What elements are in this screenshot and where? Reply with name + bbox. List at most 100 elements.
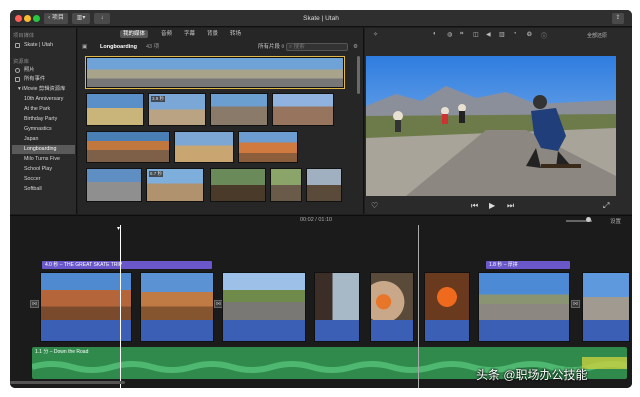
project-item-label: Skate | Utah xyxy=(24,42,54,48)
imovie-window: ‹ 项目 ▥▾ ↓ Skate | Utah ⇪ 项目媒体 Skate | Ut… xyxy=(10,10,632,388)
clip-thumbnail[interactable] xyxy=(86,131,170,163)
viewer-panel: ✧ ◐ ◍ ⌗ ◫ ◀ ▥ ◔ ❂ ⓘ 全部还原 ♡ ⏮ ▶ ⏭ ⤢ xyxy=(365,28,632,214)
play-icon[interactable]: ▶ xyxy=(489,201,495,210)
magic-wand-icon[interactable]: ✧ xyxy=(373,31,378,38)
clip-thumbnail[interactable] xyxy=(85,56,345,89)
timeline-clip[interactable] xyxy=(370,272,414,342)
sidebar-toggle-icon[interactable]: ▣ xyxy=(82,41,87,53)
timeline-clip[interactable] xyxy=(222,272,306,342)
photos-icon xyxy=(15,68,20,73)
browser-scrollbar[interactable] xyxy=(357,56,360,94)
sidebar-item-event[interactable]: 10th Anniversary xyxy=(12,95,75,104)
transition-icon[interactable]: ⋈ xyxy=(571,300,580,308)
info-icon[interactable]: ⓘ xyxy=(541,31,547,40)
skip-back-icon[interactable]: ⏮ xyxy=(471,201,478,211)
sidebar-item-event[interactable]: Soccer xyxy=(12,175,75,184)
all-events-label: 所有事件 xyxy=(24,76,46,82)
heart-icon[interactable]: ♡ xyxy=(371,201,378,210)
sidebar-item-event[interactable]: Softball xyxy=(12,185,75,194)
watermark-text: 头条 @职场办公技能 xyxy=(476,368,588,382)
timeline-clip[interactable] xyxy=(582,272,630,342)
noise-reduction-icon[interactable]: ▥ xyxy=(499,31,505,38)
clip-thumbnail[interactable] xyxy=(210,168,266,202)
skate-scene-image xyxy=(366,56,616,196)
clip-thumbnail[interactable] xyxy=(238,131,298,163)
browser-tabs: 我的媒体 音频 字幕 背景 转场 xyxy=(78,28,363,40)
clip-duration-label: 3.9 秒 xyxy=(151,96,166,102)
sidebar-item-event[interactable]: Milo Turns Five xyxy=(12,155,75,164)
sidebar-item-event[interactable]: School Play xyxy=(12,165,75,174)
timeline-header: 00:02 / 01:10 设置 xyxy=(10,215,632,225)
libraries-heading: 资源库 xyxy=(13,59,29,65)
sidebar-item-event[interactable]: At the Park xyxy=(12,105,75,114)
tab-titles[interactable]: 字幕 xyxy=(181,30,198,38)
clip-filter-dropdown[interactable]: 所有片段 ◊ xyxy=(258,41,284,53)
volume-icon[interactable]: ◀ xyxy=(486,31,491,38)
skip-forward-icon[interactable]: ⏭ xyxy=(507,201,514,211)
clip-thumbnail[interactable]: 6.7 秒 xyxy=(146,168,204,202)
search-placeholder: 搜索 xyxy=(293,44,305,50)
color-balance-icon[interactable]: ◐ xyxy=(433,31,437,37)
color-correction-icon[interactable]: ◍ xyxy=(447,31,452,38)
event-name: Longboarding xyxy=(100,44,137,50)
tab-transitions[interactable]: 转场 xyxy=(227,30,244,38)
sidebar-item-event[interactable]: Birthday Party xyxy=(12,115,75,124)
sidebar-item-event[interactable]: Japan xyxy=(12,135,75,144)
tab-my-media[interactable]: 我的媒体 xyxy=(120,30,149,38)
gear-icon[interactable]: ⚙ xyxy=(353,41,358,53)
skimmer-line xyxy=(418,225,419,388)
library-name-label: iMovie 剪辑资源库 xyxy=(22,86,66,92)
tab-backgrounds[interactable]: 背景 xyxy=(204,30,221,38)
clip-thumbnail[interactable] xyxy=(270,168,302,202)
reset-all-button[interactable]: 全部还原 xyxy=(587,32,607,39)
clip-grid: 3.9 秒 6.7 秒 xyxy=(85,55,346,213)
speed-icon[interactable]: ◔ xyxy=(513,31,517,37)
sidebar-item-library[interactable]: ▾ iMovie 剪辑资源库 xyxy=(12,85,75,94)
clip-thumbnail[interactable] xyxy=(306,168,342,202)
clip-thumbnail[interactable] xyxy=(86,168,142,202)
title-clip[interactable]: 4.0 秒 – THE GREAT SKATE TRIP xyxy=(42,261,212,269)
sidebar-item-event[interactable]: Gymnastics xyxy=(12,125,75,134)
sidebar-item-project[interactable]: Skate | Utah xyxy=(12,41,75,50)
sidebar-item-all-events[interactable]: 所有事件 xyxy=(12,75,75,84)
clip-thumbnail[interactable] xyxy=(174,131,234,163)
crop-icon[interactable]: ⌗ xyxy=(460,31,463,38)
tab-audio[interactable]: 音频 xyxy=(158,30,175,38)
item-count: 43 项 xyxy=(146,44,160,50)
star-icon xyxy=(15,77,20,82)
photos-label: 照片 xyxy=(24,67,35,73)
playback-controls: ♡ ⏮ ▶ ⏭ ⤢ xyxy=(365,200,632,214)
fullscreen-icon[interactable]: ⤢ xyxy=(603,201,609,211)
film-icon xyxy=(15,43,20,48)
clip-thumbnail[interactable] xyxy=(86,93,144,126)
clip-duration-label: 6.7 秒 xyxy=(149,171,164,177)
transition-icon[interactable]: ⋈ xyxy=(30,300,39,308)
stabilization-icon[interactable]: ◫ xyxy=(473,31,479,38)
playhead-marker-icon[interactable]: ▾ xyxy=(117,225,120,232)
playhead[interactable] xyxy=(120,225,121,388)
zoom-slider-knob[interactable] xyxy=(586,217,591,222)
adjustment-toolbar: ✧ ◐ ◍ ⌗ ◫ ◀ ▥ ◔ ❂ ⓘ 全部还原 xyxy=(365,28,632,42)
timeline-settings-button[interactable]: 设置 xyxy=(610,217,621,225)
timeline-clip[interactable] xyxy=(40,272,132,342)
media-browser: 我的媒体 音频 字幕 背景 转场 ▣ Longboarding 43 项 所有片… xyxy=(78,28,364,214)
clip-thumbnail[interactable] xyxy=(210,93,268,126)
clip-thumbnail[interactable]: 3.9 秒 xyxy=(148,93,206,126)
timeline-scrollbar[interactable] xyxy=(10,381,125,384)
project-media-heading: 项目媒体 xyxy=(13,33,35,39)
clip-thumbnail[interactable] xyxy=(272,93,334,126)
filter-icon[interactable]: ❂ xyxy=(527,31,532,38)
search-input[interactable]: ⌕ 搜索 xyxy=(286,43,348,51)
timeline-clip[interactable] xyxy=(424,272,470,342)
video-frame xyxy=(366,56,616,196)
title-bar: ‹ 项目 ▥▾ ↓ Skate | Utah ⇪ xyxy=(10,10,632,27)
timeline: 4.0 秒 – THE GREAT SKATE TRIP 1.8 秒 – 厚拼 … xyxy=(10,225,632,388)
sidebar-item-photos[interactable]: 照片 xyxy=(12,66,75,75)
share-button[interactable]: ⇪ xyxy=(612,13,624,24)
timeline-clip[interactable] xyxy=(140,272,214,342)
timecode: 00:02 / 01:10 xyxy=(300,217,333,223)
timeline-clip[interactable] xyxy=(478,272,570,342)
sidebar-item-event-selected[interactable]: Longboarding xyxy=(12,145,75,154)
title-clip[interactable]: 1.8 秒 – 厚拼 xyxy=(486,261,570,269)
timeline-clip[interactable] xyxy=(314,272,360,342)
